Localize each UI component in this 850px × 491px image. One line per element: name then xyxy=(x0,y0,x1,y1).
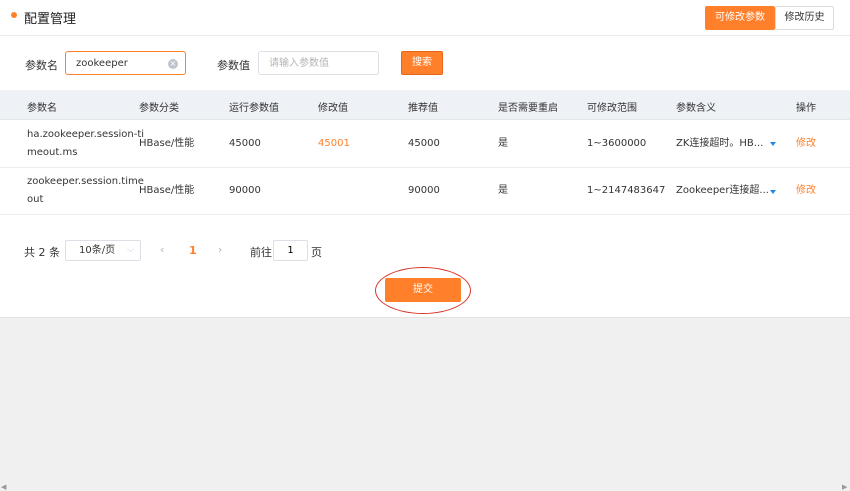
config-panel: 配置管理 可修改参数 修改历史 参数名 × 参数值 搜索 参数名 参数分类 运行… xyxy=(0,0,850,318)
page-unit-label: 页 xyxy=(311,246,322,259)
annotation-ellipse xyxy=(375,267,471,314)
param-name-line2: meout.ms xyxy=(27,147,78,158)
col-restart-required: 是否需要重启 xyxy=(498,103,558,114)
col-meaning: 参数含义 xyxy=(676,103,716,114)
page-size-value: 10条/页 xyxy=(79,245,116,256)
param-category: HBase/性能 xyxy=(139,138,195,149)
running-value: 90000 xyxy=(229,185,261,196)
current-page[interactable]: 1 xyxy=(189,244,197,257)
title-dot-icon xyxy=(11,12,17,18)
modify-link[interactable]: 修改 xyxy=(796,182,816,200)
total-count: 共 2 条 xyxy=(24,246,60,259)
search-button[interactable]: 搜索 xyxy=(401,51,443,75)
modified-value: 45001 xyxy=(318,138,350,149)
goto-label: 前往 xyxy=(250,246,272,259)
goto-page-input[interactable] xyxy=(273,240,308,261)
expand-caret-icon[interactable] xyxy=(770,190,776,194)
col-modified-value: 修改值 xyxy=(318,103,348,114)
recommended-value: 90000 xyxy=(408,185,440,196)
col-param-name: 参数名 xyxy=(27,103,57,114)
col-range: 可修改范围 xyxy=(587,103,637,114)
param-value-input[interactable] xyxy=(258,51,379,75)
page-title: 配置管理 xyxy=(24,12,77,27)
modifiable-range: 1~3600000 xyxy=(587,138,647,149)
modify-link[interactable]: 修改 xyxy=(796,135,816,153)
recommended-value: 45000 xyxy=(408,138,440,149)
modifiable-range: 1~2147483647 xyxy=(587,185,666,196)
chevron-down-icon: ⌵ xyxy=(127,245,134,255)
tab-modifiable-params[interactable]: 可修改参数 xyxy=(705,6,775,30)
panel-header: 配置管理 可修改参数 修改历史 xyxy=(0,0,850,36)
table-row: zookeeper.session.time out HBase/性能 9000… xyxy=(0,168,850,215)
param-name-line1: ha.zookeeper.session-ti xyxy=(27,129,145,140)
col-action: 操作 xyxy=(796,103,816,114)
scroll-left-icon[interactable]: ◀ xyxy=(1,483,6,491)
tab-modify-history[interactable]: 修改历史 xyxy=(775,6,834,30)
next-page-icon[interactable]: › xyxy=(218,243,222,256)
col-recommended-value: 推荐值 xyxy=(408,103,438,114)
running-value: 45000 xyxy=(229,138,261,149)
param-value-label: 参数值 xyxy=(217,59,250,72)
prev-page-icon[interactable]: ‹ xyxy=(160,243,164,256)
param-meaning: ZK连接超时。HB... xyxy=(676,138,764,149)
param-name-line2: out xyxy=(27,194,44,205)
param-name-line1: zookeeper.session.time xyxy=(27,176,144,187)
table-row: ha.zookeeper.session-ti meout.ms HBase/性… xyxy=(0,120,850,168)
scroll-right-icon[interactable]: ▶ xyxy=(842,483,847,491)
page-size-select[interactable]: 10条/页 ⌵ xyxy=(65,240,141,261)
clear-icon[interactable]: × xyxy=(168,59,178,69)
restart-required: 是 xyxy=(498,138,508,149)
col-running-value: 运行参数值 xyxy=(229,103,279,114)
expand-caret-icon[interactable] xyxy=(770,142,776,146)
param-meaning: Zookeeper连接超... xyxy=(676,185,769,196)
param-name-label: 参数名 xyxy=(25,59,58,72)
param-category: HBase/性能 xyxy=(139,185,195,196)
restart-required: 是 xyxy=(498,185,508,196)
col-category: 参数分类 xyxy=(139,103,179,114)
table-header: 参数名 参数分类 运行参数值 修改值 推荐值 是否需要重启 可修改范围 参数含义… xyxy=(0,90,850,120)
